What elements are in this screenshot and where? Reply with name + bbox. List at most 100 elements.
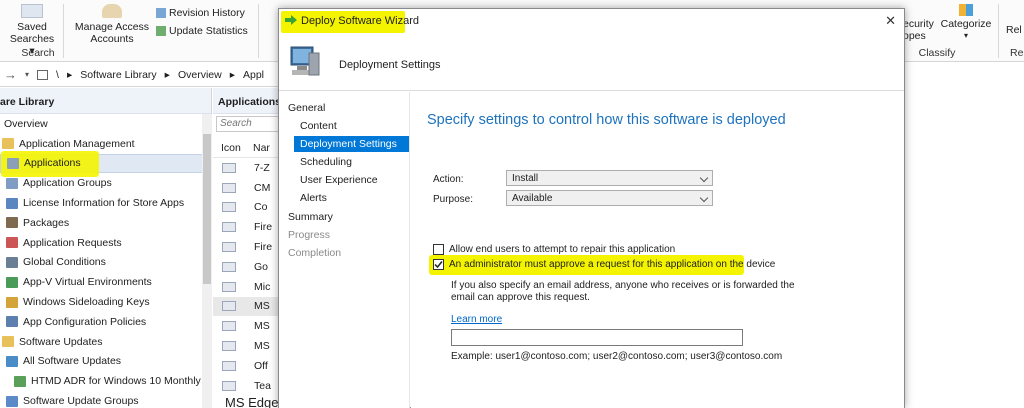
wizard-step[interactable]: Summary — [288, 211, 333, 223]
security-scopes-button[interactable]: ecurity opes — [903, 18, 937, 42]
wizard-step[interactable]: Content — [300, 120, 337, 132]
column-name[interactable]: Nar — [253, 142, 270, 154]
group-relationships-label: Rel — [1010, 47, 1024, 59]
application-name: 7-Z — [254, 161, 270, 174]
wizard-step[interactable]: User Experience — [300, 174, 378, 186]
revision-history-button[interactable]: Revision History — [156, 7, 245, 19]
nav-item[interactable]: App Configuration Policies — [0, 312, 211, 332]
wizard-arrow-icon — [285, 15, 297, 25]
nav-item-label: Software Updates — [19, 335, 103, 348]
column-icon[interactable]: Icon — [213, 142, 253, 154]
adr-icon — [14, 375, 26, 387]
application-icon — [222, 321, 236, 332]
breadcrumb-sep-icon: ▸ — [66, 68, 73, 81]
nav-item[interactable]: Software Update Groups — [0, 391, 211, 408]
saved-searches-icon — [21, 4, 43, 18]
table-row[interactable]: CM — [213, 178, 279, 198]
content-heading: Specify settings to control how this sof… — [427, 112, 786, 128]
nav-item[interactable]: Software Updates — [0, 332, 211, 352]
package-icon — [6, 217, 18, 229]
nav-item[interactable]: Packages — [0, 213, 211, 233]
application-icon — [222, 162, 236, 173]
breadcrumb-item-software-library[interactable]: Software Library — [80, 69, 156, 81]
categorize-button[interactable]: Categorize ▾ — [937, 4, 995, 42]
nav-tree: Overview Application Management Applicatio… — [0, 114, 211, 408]
approve-checkbox-label: An administrator must approve a request … — [449, 259, 776, 270]
list-search-input[interactable]: Search — [216, 116, 279, 132]
update-statistics-button[interactable]: Update Statistics — [156, 25, 248, 37]
application-icon — [222, 301, 236, 312]
breadcrumb-root[interactable]: \ — [56, 69, 59, 81]
table-row[interactable]: MS — [213, 316, 279, 336]
list-header: Icon Nar — [213, 138, 279, 158]
manage-access-accounts-button[interactable]: Manage Access Accounts — [72, 4, 152, 45]
application-icon — [222, 341, 236, 352]
application-name: Tea — [254, 379, 271, 392]
dropdown-icon[interactable]: ▾ — [25, 70, 29, 79]
table-row[interactable]: Go — [213, 257, 279, 277]
purpose-select[interactable]: Available — [506, 190, 713, 206]
nav-item[interactable]: License Information for Store Apps — [0, 193, 211, 213]
application-icon — [7, 157, 19, 169]
learn-more-link[interactable]: Learn more — [451, 314, 502, 325]
dialog-header: Deployment Settings — [279, 35, 904, 91]
application-name: Off — [254, 359, 268, 372]
table-row[interactable]: Fire — [213, 237, 279, 257]
table-row[interactable]: Fire — [213, 217, 279, 237]
breadcrumb-item-applications[interactable]: Appl — [243, 69, 264, 81]
nav-item-label: Global Conditions — [23, 256, 106, 269]
nav-item-label: Software Update Groups — [23, 395, 139, 408]
wizard-step[interactable]: Alerts — [300, 192, 327, 204]
nav-item[interactable]: Windows Sideloading Keys — [0, 292, 211, 312]
table-row[interactable]: Tea — [213, 376, 279, 396]
action-select[interactable]: Install — [506, 170, 713, 186]
nav-item-label: Application Groups — [23, 177, 112, 190]
breadcrumb-item-overview[interactable]: Overview — [178, 69, 222, 81]
nav-item-label: Applications — [24, 157, 81, 170]
repair-checkbox[interactable] — [433, 244, 444, 255]
application-icon — [222, 182, 236, 193]
approve-checkbox[interactable] — [433, 259, 444, 270]
nav-item[interactable]: Overview — [0, 114, 211, 134]
condition-icon — [6, 256, 18, 268]
nav-item[interactable]: Application Groups — [0, 173, 211, 193]
appv-icon — [6, 276, 18, 288]
nav-item[interactable]: All Software Updates — [0, 352, 211, 372]
nav-item[interactable]: HTMD ADR for Windows 10 Monthly S — [0, 371, 211, 391]
wizard-step[interactable]: Progress — [288, 229, 330, 241]
action-label: Action: — [433, 174, 464, 185]
nav-item[interactable]: App-V Virtual Environments — [0, 272, 211, 292]
application-icon — [222, 261, 236, 272]
application-name: Mic — [254, 280, 271, 293]
relationships-button[interactable]: Rel — [1006, 24, 1022, 36]
request-icon — [6, 237, 18, 249]
applications-list-pane: Applications Search Icon Nar 7-Z CM Co Fire… — [213, 88, 281, 408]
table-row[interactable]: Co — [213, 198, 279, 218]
nav-item-label: Application Management — [19, 137, 135, 150]
forward-arrow-icon[interactable]: → — [4, 67, 17, 82]
table-row[interactable]: MS — [213, 296, 279, 317]
chevron-down-icon — [699, 193, 709, 203]
table-row[interactable]: Off — [213, 356, 279, 376]
wizard-step[interactable]: Deployment Settings — [294, 136, 409, 152]
close-icon[interactable]: ✕ — [885, 13, 896, 29]
wizard-step[interactable]: Scheduling — [300, 156, 352, 168]
nav-item[interactable]: Global Conditions — [0, 253, 211, 273]
table-row[interactable]: Mic — [213, 277, 279, 297]
applications-list: 7-Z CM Co Fire Fire Go Mic MS MS MS Off Tea — [213, 158, 279, 396]
wizard-step[interactable]: Completion — [288, 247, 341, 259]
breadcrumb-sep-icon: ▸ — [229, 68, 235, 81]
folder-icon — [2, 336, 14, 348]
application-name: Co — [254, 201, 268, 214]
application-group-icon — [6, 177, 18, 189]
wizard-step[interactable]: General — [288, 102, 325, 114]
navigation-pane: are Library Overview Application Manageme… — [0, 88, 212, 408]
table-row[interactable]: 7-Z — [213, 158, 279, 178]
nav-item[interactable]: Applications — [0, 150, 211, 177]
nav-item[interactable]: Application Requests — [0, 233, 211, 253]
details-title: MS Edge — [225, 395, 279, 408]
application-name: Fire — [254, 221, 273, 234]
email-input[interactable] — [451, 329, 743, 346]
nav-scrollbar-thumb[interactable] — [203, 134, 211, 284]
table-row[interactable]: MS — [213, 336, 279, 356]
